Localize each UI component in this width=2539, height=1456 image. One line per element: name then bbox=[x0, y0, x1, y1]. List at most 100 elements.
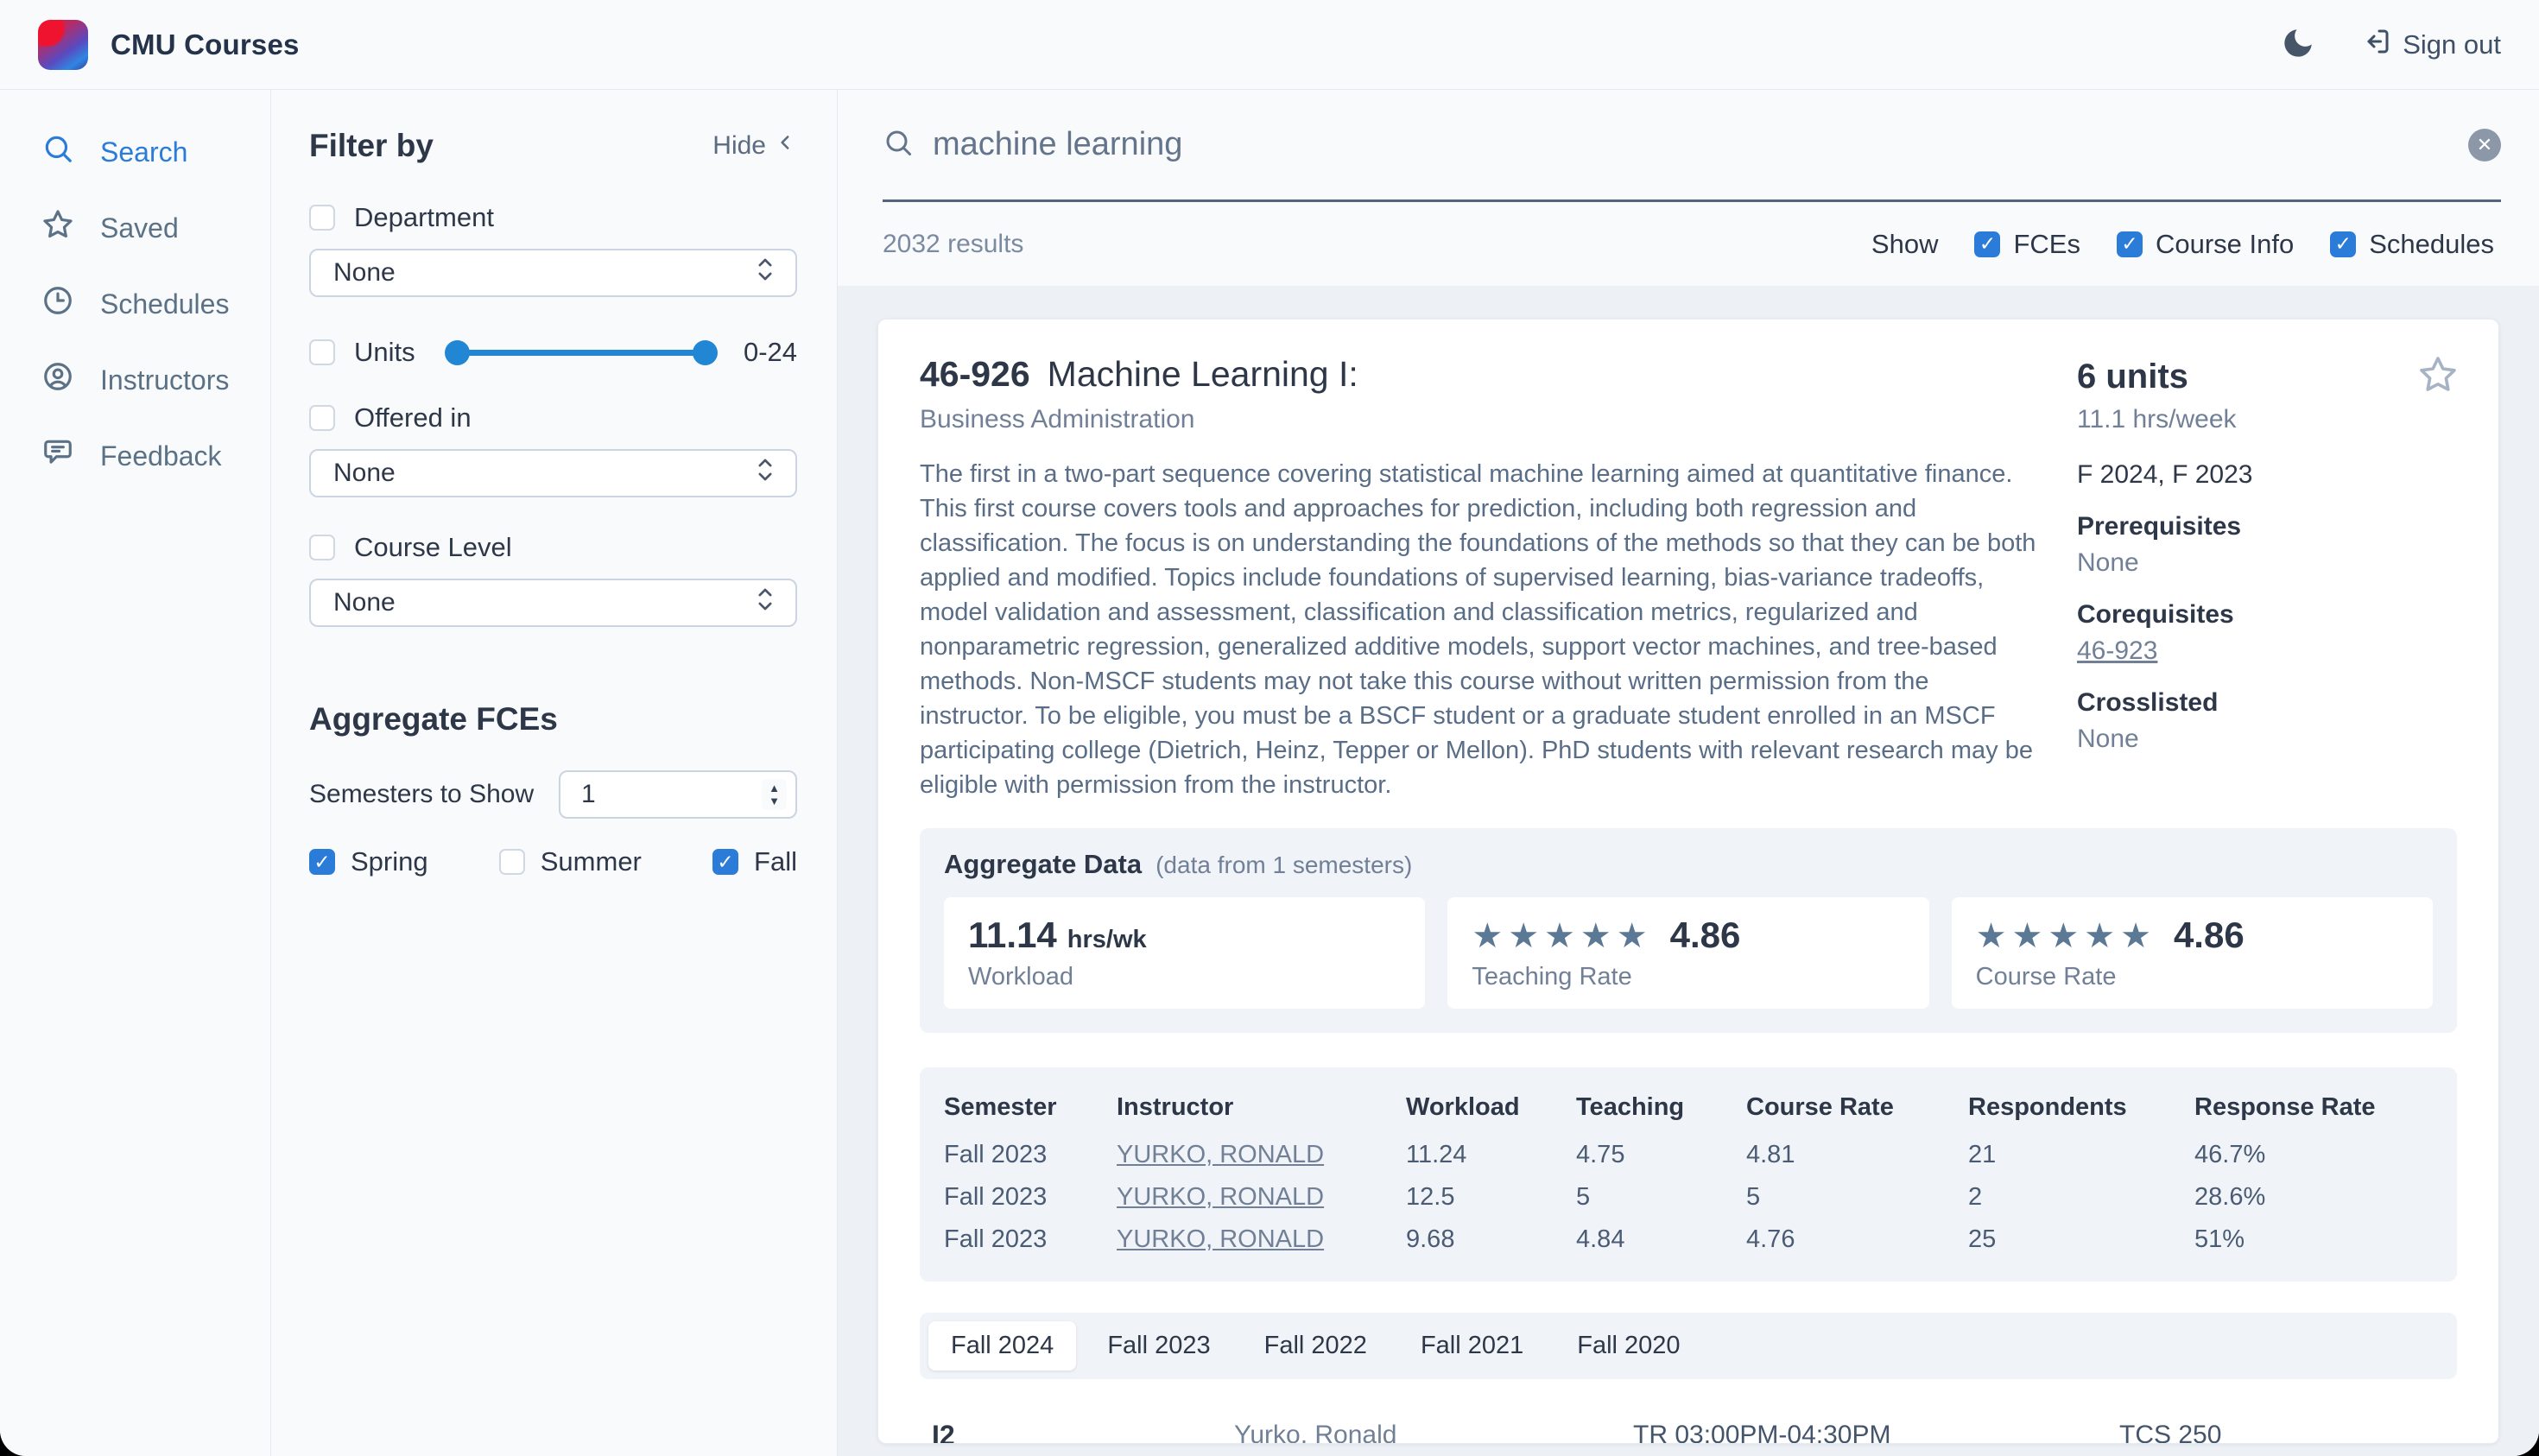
fce-table-section: Semester Instructor Workload Teaching Co… bbox=[920, 1067, 2457, 1282]
filter-department: Department None bbox=[309, 202, 797, 297]
clock-icon bbox=[41, 284, 74, 324]
units-range-slider[interactable] bbox=[445, 339, 718, 365]
save-course-button[interactable] bbox=[2417, 354, 2459, 398]
app-title: CMU Courses bbox=[111, 28, 300, 61]
department-select[interactable]: None bbox=[309, 249, 797, 297]
season-spring[interactable]: Spring bbox=[309, 846, 428, 877]
sign-out-button[interactable]: Sign out bbox=[2361, 26, 2501, 64]
top-navbar: CMU Courses Sign out bbox=[0, 0, 2539, 90]
offered-in-checkbox[interactable] bbox=[309, 405, 335, 431]
table-row: Fall 2023 YURKO, RONALD 12.5 5 5 2 28.6% bbox=[944, 1176, 2433, 1219]
sidebar-item-schedules[interactable]: Schedules bbox=[0, 266, 270, 342]
chevron-left-icon bbox=[775, 131, 797, 161]
tab-fall-2021[interactable]: Fall 2021 bbox=[1398, 1321, 1546, 1371]
fall-checkbox[interactable] bbox=[712, 849, 738, 875]
prerequisites-value: None bbox=[2077, 548, 2457, 578]
slider-handle-max[interactable] bbox=[693, 340, 718, 365]
show-toggles: Show FCEs Course Info Schedules bbox=[1871, 229, 2494, 260]
select-chevrons-icon bbox=[754, 456, 776, 491]
star-rating-icons: ★★★★★ bbox=[1976, 916, 2156, 956]
aggregate-fces-title: Aggregate FCEs bbox=[309, 701, 797, 737]
schedules-checkbox[interactable] bbox=[2330, 231, 2356, 257]
semesters-to-show-input[interactable]: 1 ▲▼ bbox=[559, 770, 797, 819]
spring-checkbox[interactable] bbox=[309, 849, 335, 875]
aggregate-data-section: Aggregate Data (data from 1 semesters) 1… bbox=[920, 828, 2457, 1033]
schedule-list: I2 Yurko, Ronald TR 03:00PM-04:30PM TCS … bbox=[920, 1412, 2457, 1444]
results-area: 46-926 Machine Learning I: Business Admi… bbox=[838, 286, 2539, 1456]
course-info-panel: 6 units 11.1 hrs/week F 2024, F 2023 Pre… bbox=[2077, 354, 2457, 802]
show-fces-toggle[interactable]: FCEs bbox=[1974, 229, 2080, 260]
star-outline-icon bbox=[2417, 385, 2459, 398]
filter-units: Units 0-24 bbox=[309, 337, 797, 368]
select-chevrons-icon bbox=[754, 586, 776, 620]
instructor-link[interactable]: YURKO, RONALD bbox=[1117, 1141, 1324, 1168]
sidebar-item-saved[interactable]: Saved bbox=[0, 190, 270, 266]
show-schedules-toggle[interactable]: Schedules bbox=[2330, 229, 2494, 260]
filter-panel: Filter by Hide Department None Units bbox=[271, 90, 838, 1456]
clear-search-button[interactable]: ✕ bbox=[2468, 129, 2501, 161]
instructor-link[interactable]: YURKO, RONALD bbox=[1117, 1183, 1324, 1211]
units-checkbox[interactable] bbox=[309, 339, 335, 365]
instructor-link[interactable]: YURKO, RONALD bbox=[1117, 1225, 1324, 1253]
select-chevrons-icon bbox=[754, 256, 776, 290]
corequisite-link[interactable]: 46-923 bbox=[2077, 636, 2157, 665]
course-card: 46-926 Machine Learning I: Business Admi… bbox=[877, 319, 2499, 1444]
brand: CMU Courses bbox=[38, 20, 300, 70]
course-description: The first in a two-part sequence coverin… bbox=[920, 457, 2037, 802]
sidebar-item-search[interactable]: Search bbox=[0, 114, 270, 190]
sign-out-icon bbox=[2361, 26, 2392, 64]
semester-tabs: Fall 2024 Fall 2023 Fall 2022 Fall 2021 … bbox=[920, 1313, 2457, 1379]
search-icon bbox=[41, 132, 74, 172]
course-level-checkbox[interactable] bbox=[309, 535, 335, 560]
dark-mode-toggle[interactable] bbox=[2280, 25, 2316, 64]
tab-fall-2024[interactable]: Fall 2024 bbox=[928, 1321, 1076, 1371]
stepper-up-icon[interactable]: ▲ bbox=[769, 782, 780, 794]
sidebar-item-instructors[interactable]: Instructors bbox=[0, 342, 270, 418]
filter-offered-in: Offered in None bbox=[309, 402, 797, 497]
schedule-row: I2 Yurko, Ronald TR 03:00PM-04:30PM TCS … bbox=[920, 1412, 2457, 1444]
units-range-label: 0-24 bbox=[744, 337, 797, 368]
semesters-to-show: Semesters to Show 1 ▲▼ bbox=[309, 770, 797, 819]
course-code: 46-926 bbox=[920, 354, 1030, 395]
table-row: Fall 2023 YURKO, RONALD 11.24 4.75 4.81 … bbox=[944, 1134, 2433, 1176]
close-icon: ✕ bbox=[2477, 134, 2492, 156]
hide-filters-button[interactable]: Hide bbox=[712, 131, 797, 161]
search-input[interactable] bbox=[933, 126, 2449, 163]
filter-course-level: Course Level None bbox=[309, 532, 797, 627]
course-info-checkbox[interactable] bbox=[2117, 231, 2143, 257]
star-rating-icons: ★★★★★ bbox=[1472, 916, 1652, 956]
course-offered: F 2024, F 2023 bbox=[2077, 460, 2457, 490]
sidebar: Search Saved Schedules Instructors Feedb… bbox=[0, 90, 271, 1456]
department-checkbox[interactable] bbox=[309, 205, 335, 231]
sidebar-item-feedback[interactable]: Feedback bbox=[0, 418, 270, 494]
fces-checkbox[interactable] bbox=[1974, 231, 2000, 257]
main-content: ✕ 2032 results Show FCEs Course Info bbox=[838, 90, 2539, 1456]
workload-card: 11.14 hrs/wk Workload bbox=[944, 897, 1425, 1009]
slider-handle-min[interactable] bbox=[445, 340, 470, 365]
tab-fall-2022[interactable]: Fall 2022 bbox=[1242, 1321, 1390, 1371]
tab-fall-2020[interactable]: Fall 2020 bbox=[1554, 1321, 1702, 1371]
crosslisted-value: None bbox=[2077, 725, 2457, 754]
course-units: 6 units bbox=[2077, 358, 2457, 396]
season-fall[interactable]: Fall bbox=[712, 846, 797, 877]
show-course-info-toggle[interactable]: Course Info bbox=[2117, 229, 2294, 260]
table-row: Fall 2023 YURKO, RONALD 9.68 4.84 4.76 2… bbox=[944, 1219, 2433, 1261]
summer-checkbox[interactable] bbox=[499, 849, 525, 875]
search-bar: ✕ bbox=[883, 90, 2501, 202]
app-window: CMU Courses Sign out Search bbox=[0, 0, 2539, 1456]
fce-table: Semester Instructor Workload Teaching Co… bbox=[944, 1090, 2433, 1261]
course-level-select[interactable]: None bbox=[309, 579, 797, 627]
stepper-down-icon[interactable]: ▼ bbox=[769, 795, 780, 807]
instructor-link[interactable]: Yurko, Ronald bbox=[1234, 1421, 1396, 1444]
course-title: Machine Learning I: bbox=[1048, 354, 1358, 395]
results-count: 2032 results bbox=[883, 230, 1023, 259]
season-summer[interactable]: Summer bbox=[499, 846, 642, 877]
course-hours: 11.1 hrs/week bbox=[2077, 405, 2457, 434]
offered-in-select[interactable]: None bbox=[309, 449, 797, 497]
aggregate-data-note: (data from 1 semesters) bbox=[1156, 851, 1412, 879]
number-stepper[interactable]: ▲▼ bbox=[762, 779, 787, 810]
feedback-icon bbox=[41, 436, 74, 476]
search-icon bbox=[883, 127, 914, 162]
user-icon bbox=[41, 360, 74, 400]
tab-fall-2023[interactable]: Fall 2023 bbox=[1085, 1321, 1232, 1371]
